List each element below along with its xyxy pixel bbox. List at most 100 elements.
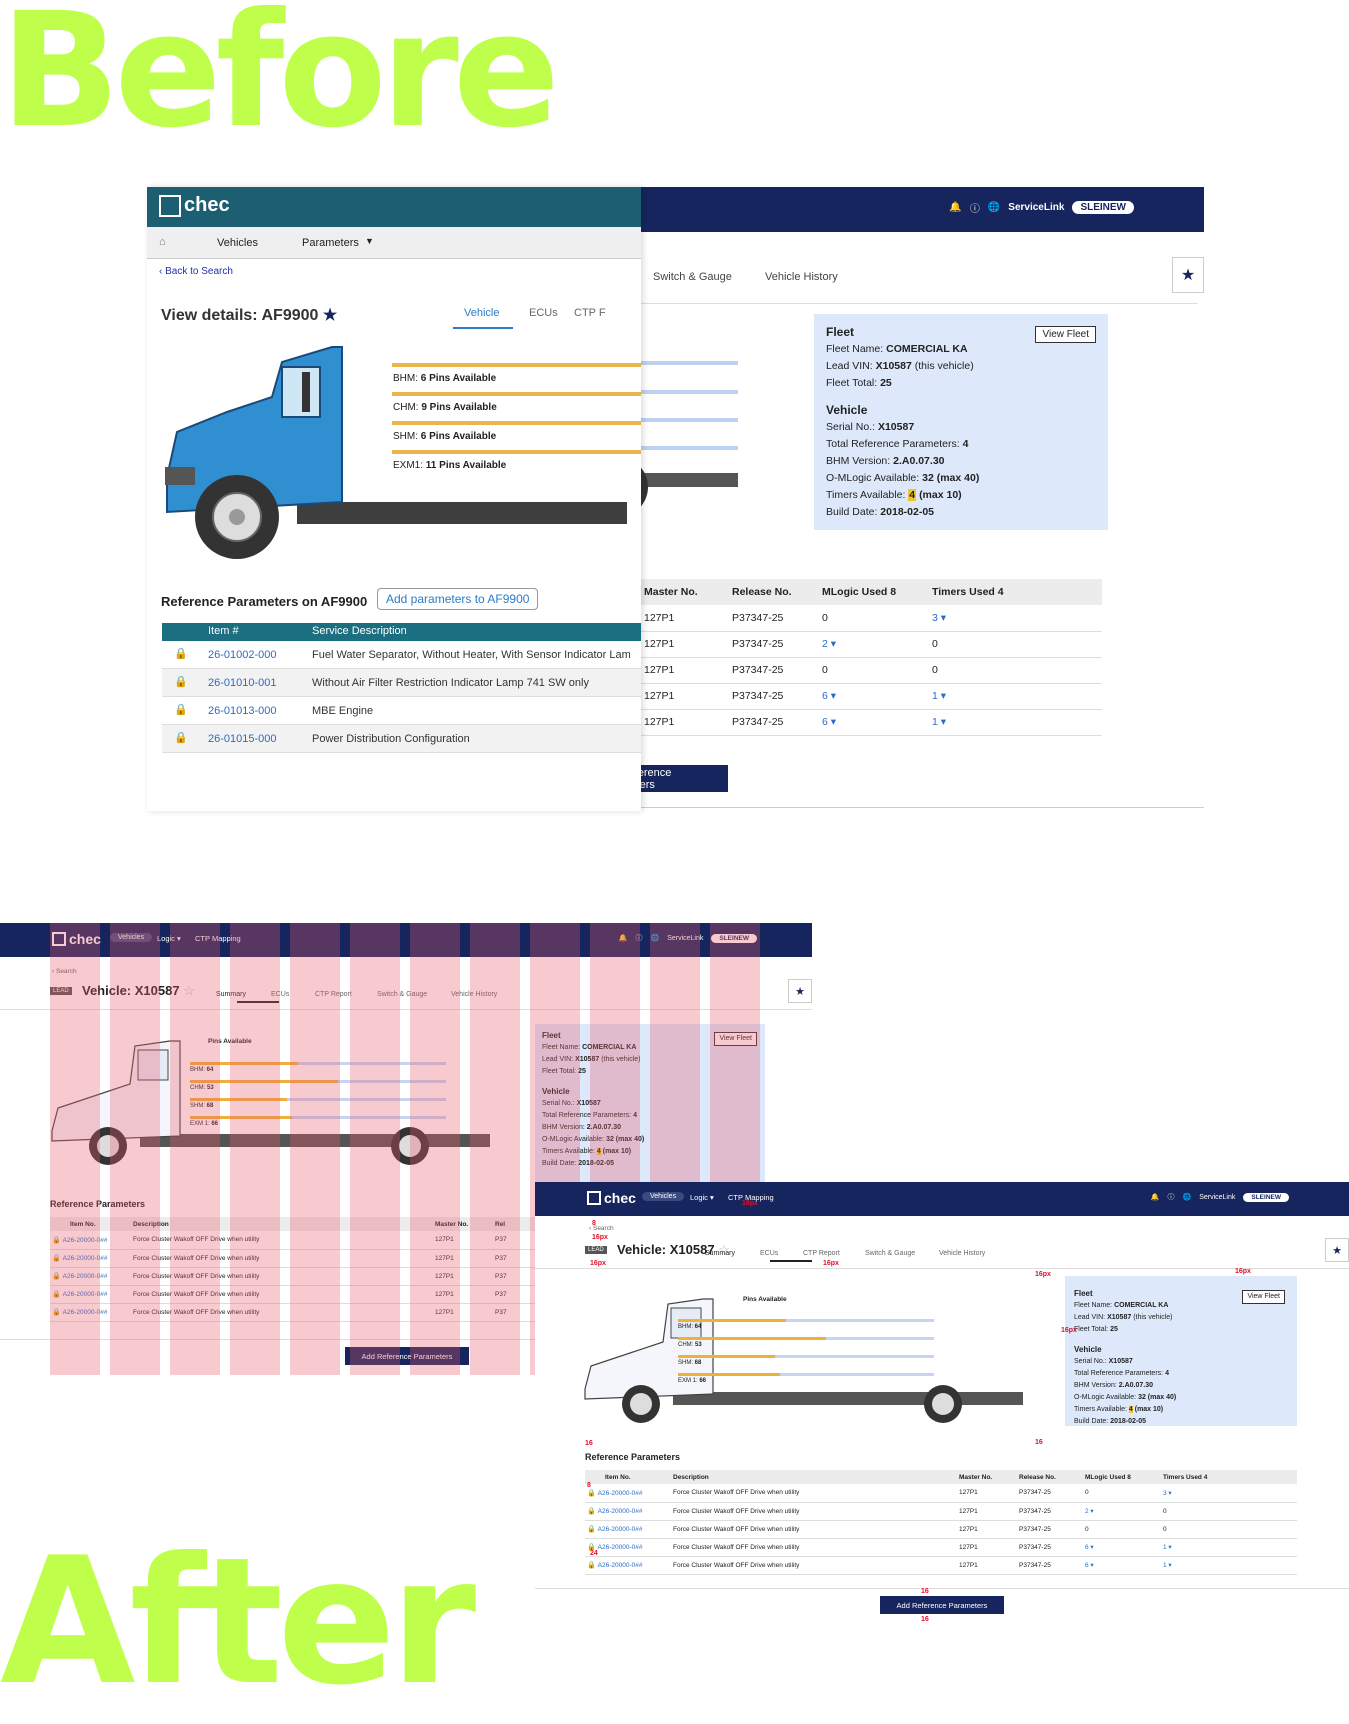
home-icon[interactable]: ⌂	[159, 236, 166, 248]
tab-vehicle[interactable]: Vehicle	[464, 307, 499, 319]
tab-ecus[interactable]: ECUs	[760, 1250, 778, 1257]
mlogic-cell[interactable]: 6 ▾	[818, 683, 928, 710]
tab-vehicle-history[interactable]: Vehicle History	[765, 271, 838, 283]
release-no-cell: P37347-25	[1019, 1556, 1085, 1575]
item-link[interactable]: A26-20000-0##	[598, 1526, 643, 1533]
pin-label: CHM: 53	[678, 1342, 702, 1348]
description-cell: Without Air Filter Restriction Indicator…	[312, 677, 589, 689]
timers-cell[interactable]: 1 ▾	[1163, 1538, 1297, 1557]
mlogic-cell: 0	[1085, 1520, 1163, 1539]
description-cell: Force Cluster Wakoff OFF Drive when util…	[665, 1484, 959, 1503]
item-link[interactable]: 26-01010-001	[208, 677, 277, 689]
tab-switch-gauge[interactable]: Switch & Gauge	[653, 271, 732, 283]
pin-label: EXM 1: 66	[678, 1378, 707, 1384]
page-title: View details: AF9900 ★	[161, 307, 338, 324]
pin-label: EXM1: 11 Pins Available	[393, 460, 507, 471]
back-link[interactable]: ‹ Back to Search	[159, 266, 233, 277]
servicelink-link[interactable]: ServiceLink	[1008, 202, 1064, 213]
timers-cell[interactable]: 1 ▾	[928, 683, 1102, 710]
table-row: 🔒 26-01002-000 Fuel Water Separator, Witho…	[162, 641, 641, 669]
nav-vehicles[interactable]: Vehicles	[642, 1192, 685, 1201]
timers-cell: 0	[1163, 1502, 1297, 1521]
user-badge[interactable]: SLEINEW	[1243, 1192, 1289, 1202]
table-row: 127P1 P37347-25 0 0	[638, 657, 1102, 684]
item-link[interactable]: 26-01013-000	[208, 705, 277, 717]
crumb-parameters[interactable]: Parameters	[302, 237, 359, 249]
tab-switch-gauge[interactable]: Switch & Gauge	[865, 1250, 915, 1257]
master-no-cell: 127P1	[638, 631, 728, 658]
spacing-marker: 16px	[1235, 1268, 1251, 1275]
item-link[interactable]: 26-01002-000	[208, 649, 277, 661]
nav-logic[interactable]: Logic ▾	[690, 1193, 714, 1202]
globe-icon[interactable]: 🌐	[988, 202, 1000, 213]
item-link[interactable]: A26-20000-0##	[598, 1562, 643, 1569]
spacing-marker: 8	[587, 1482, 591, 1489]
item-link[interactable]: A26-20000-0##	[598, 1508, 643, 1515]
grid-column-overlay	[290, 923, 340, 1375]
view-fleet-button[interactable]: View Fleet	[1035, 326, 1096, 343]
mlogic-cell[interactable]: 6 ▾	[1085, 1538, 1163, 1557]
table-row: 🔒 A26-20000-0## Force Cluster Wakoff OFF …	[585, 1502, 1297, 1521]
master-no-cell: 127P1	[959, 1556, 1019, 1575]
timers-cell[interactable]: 3 ▾	[1163, 1484, 1297, 1503]
timers-cell[interactable]: 1 ▾	[928, 709, 1102, 736]
item-link[interactable]: A26-20000-0##	[598, 1490, 643, 1497]
pin-label: SHM: 68	[678, 1360, 702, 1366]
check-logo-icon	[587, 1191, 601, 1205]
bell-icon[interactable]: 🔔	[1151, 1193, 1160, 1201]
grid-column-overlay	[230, 923, 280, 1375]
spacing-marker: 8	[592, 1220, 596, 1227]
item-link[interactable]: A26-20000-0##	[598, 1544, 643, 1551]
grid-column-overlay	[410, 923, 460, 1375]
spacing-marker: 16	[921, 1616, 929, 1622]
master-no-cell: 127P1	[638, 657, 728, 684]
release-no-cell: P37347-25	[728, 631, 818, 658]
legacy-screen: chec ⌂ Vehicles Parameters ▼ ‹ Back to S…	[147, 187, 641, 811]
grid-column-overlay	[350, 923, 400, 1375]
mlogic-cell[interactable]: 2 ▾	[1085, 1502, 1163, 1521]
crumb-vehicles[interactable]: Vehicles	[217, 237, 258, 249]
table-row: 🔒 A26-20000-0## Force Cluster Wakoff OFF …	[585, 1538, 1297, 1557]
bell-icon[interactable]: 🔔	[949, 202, 961, 213]
pin-label: BHM: 64	[678, 1324, 702, 1330]
timers-cell[interactable]: 1 ▾	[1163, 1556, 1297, 1575]
spacing-marker: 16px	[823, 1260, 839, 1267]
mlogic-cell[interactable]: 2 ▾	[818, 631, 928, 658]
servicelink-link[interactable]: ServiceLink	[1199, 1194, 1235, 1201]
tab-ctp-report[interactable]: CTP Report	[803, 1250, 840, 1257]
item-link[interactable]: 26-01015-000	[208, 733, 277, 745]
truck-illustration	[165, 346, 627, 559]
fleet-panel: Fleet View Fleet Fleet Name: COMERCIAL K…	[1065, 1276, 1297, 1426]
pin-bar	[392, 363, 641, 367]
info-icon[interactable]: ⓘ	[1167, 1192, 1174, 1202]
legacy-ref-title: Reference Parameters on AF9900	[161, 594, 368, 609]
globe-icon[interactable]: 🌐	[1182, 1193, 1191, 1201]
lock-icon: 🔒	[587, 1489, 598, 1497]
view-fleet-button[interactable]: View Fleet	[1242, 1290, 1285, 1304]
tab-summary[interactable]: Summary	[705, 1250, 735, 1257]
tab-ctp[interactable]: CTP F	[574, 307, 606, 319]
lock-icon: 🔒	[174, 704, 188, 716]
info-icon[interactable]: ⓘ	[970, 200, 980, 215]
pin-bar	[392, 421, 641, 425]
tab-ecus[interactable]: ECUs	[529, 307, 558, 319]
description-cell: Power Distribution Configuration	[312, 733, 470, 745]
mlogic-cell[interactable]: 6 ▾	[1085, 1556, 1163, 1575]
add-parameters-button[interactable]: Add parameters to AF9900	[377, 588, 539, 610]
pin-fill	[678, 1337, 826, 1340]
table-row: 🔒 26-01010-001 Without Air Filter Restrict…	[162, 669, 641, 697]
reference-table: Master No. Release No. MLogic Used 8 Tim…	[638, 579, 1102, 736]
timers-cell[interactable]: 3 ▾	[928, 605, 1102, 632]
table-row: 🔒 A26-20000-0## Force Cluster Wakoff OFF …	[585, 1556, 1297, 1575]
spacing-marker: 16	[585, 1440, 593, 1447]
mlogic-cell[interactable]: 6 ▾	[818, 709, 928, 736]
favorite-star-button[interactable]: ★	[788, 979, 812, 1003]
add-reference-parameters-button[interactable]: Add Reference Parameters	[880, 1596, 1004, 1614]
user-badge[interactable]: SLEINEW	[1072, 201, 1134, 214]
lock-icon: 🔒	[174, 648, 188, 660]
grid-column-overlay	[50, 923, 100, 1375]
favorite-star-button[interactable]: ★	[1325, 1238, 1349, 1262]
grid-column-overlay	[110, 923, 160, 1375]
tab-vehicle-history[interactable]: Vehicle History	[939, 1250, 985, 1257]
favorite-star-button[interactable]: ★	[1172, 257, 1204, 293]
